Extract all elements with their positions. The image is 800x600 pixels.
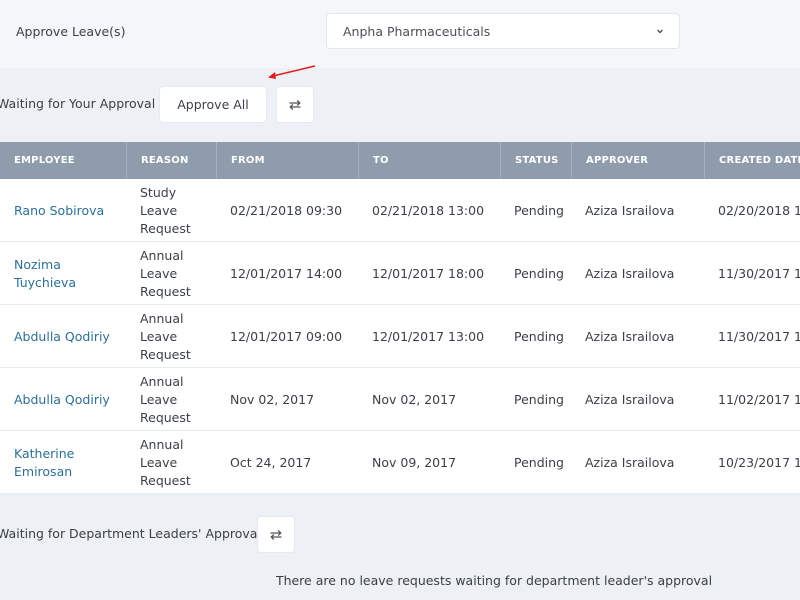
company-select[interactable]: Anpha Pharmaceuticals: [326, 13, 680, 49]
reason-cell: Study Leave Request: [140, 184, 191, 236]
header-to: TO: [358, 142, 500, 179]
header-employee: EMPLOYEE: [14, 155, 75, 166]
page-title: Approve Leave(s): [16, 24, 126, 39]
created-date-cell: 10/23/2017 17:1: [718, 455, 800, 470]
from-cell: Nov 02, 2017: [230, 392, 315, 407]
approve-all-label: Approve All: [177, 97, 249, 112]
to-cell: 12/01/2017 18:00: [372, 266, 485, 281]
refresh-dept-approval-button[interactable]: [257, 516, 295, 553]
from-cell: Oct 24, 2017: [230, 455, 312, 470]
table-row[interactable]: Nozima Tuychieva Annual Leave Request 12…: [0, 242, 800, 305]
your-approval-label: Waiting for Your Approval: [0, 96, 156, 111]
approve-all-button[interactable]: Approve All: [159, 86, 267, 123]
employee-link[interactable]: Rano Sobirova: [0, 179, 126, 242]
table-row[interactable]: Abdulla Qodiriy Annual Leave Request 12/…: [0, 305, 800, 368]
reason-cell: Annual Leave Request: [140, 373, 191, 425]
to-cell: Nov 02, 2017: [372, 392, 457, 407]
from-cell: 02/21/2018 09:30: [230, 203, 343, 218]
top-bar: Approve Leave(s) Anpha Pharmaceuticals: [0, 0, 800, 68]
status-cell: Pending: [514, 392, 564, 407]
created-date-cell: 11/30/2017 16:2: [718, 329, 800, 344]
approver-cell: Aziza Israilova: [585, 266, 675, 281]
refresh-your-approval-button[interactable]: [276, 86, 314, 123]
header-status: STATUS: [500, 142, 571, 179]
red-arrow-icon: [268, 65, 316, 79]
table-header: EMPLOYEE REASON FROM TO STATUS APPROVER …: [0, 142, 800, 179]
status-cell: Pending: [514, 329, 564, 344]
created-date-cell: 11/30/2017 16:2: [718, 266, 800, 281]
header-reason: REASON: [126, 142, 216, 179]
to-cell: 12/01/2017 13:00: [372, 329, 485, 344]
from-cell: 12/01/2017 14:00: [230, 266, 343, 281]
refresh-icon: [289, 99, 301, 110]
header-created-date: CREATED DATE: [704, 142, 800, 179]
chevron-down-icon: [657, 29, 663, 34]
to-cell: 02/21/2018 13:00: [372, 203, 485, 218]
company-select-value: Anpha Pharmaceuticals: [343, 24, 491, 39]
reason-cell: Annual Leave Request: [140, 436, 191, 488]
reason-cell: Annual Leave Request: [140, 310, 191, 362]
approver-cell: Aziza Israilova: [585, 203, 675, 218]
reason-cell: Annual Leave Request: [140, 247, 191, 299]
header-approver: APPROVER: [571, 142, 704, 179]
to-cell: Nov 09, 2017: [372, 455, 457, 470]
created-date-cell: 11/02/2017 12:5: [718, 392, 800, 407]
table-row[interactable]: Abdulla Qodiriy Annual Leave Request Nov…: [0, 368, 800, 431]
header-from: FROM: [216, 142, 358, 179]
employee-link[interactable]: Nozima Tuychieva: [0, 242, 126, 305]
employee-link[interactable]: Abdulla Qodiriy: [0, 305, 126, 368]
approver-cell: Aziza Israilova: [585, 455, 675, 470]
leave-requests-table: EMPLOYEE REASON FROM TO STATUS APPROVER …: [0, 142, 800, 496]
from-cell: 12/01/2017 09:00: [230, 329, 343, 344]
table-row[interactable]: Katherine Emirosan Annual Leave Request …: [0, 431, 800, 494]
employee-link[interactable]: Katherine Emirosan: [0, 431, 126, 494]
created-date-cell: 02/20/2018 11:3: [718, 203, 800, 218]
approver-cell: Aziza Israilova: [585, 329, 675, 344]
refresh-icon: [270, 529, 282, 540]
table-row[interactable]: Rano Sobirova Study Leave Request 02/21/…: [0, 179, 800, 242]
status-cell: Pending: [514, 203, 564, 218]
status-cell: Pending: [514, 266, 564, 281]
employee-link[interactable]: Abdulla Qodiriy: [0, 368, 126, 431]
status-cell: Pending: [514, 455, 564, 470]
approver-cell: Aziza Israilova: [585, 392, 675, 407]
empty-dept-message: There are no leave requests waiting for …: [275, 573, 713, 588]
dept-approval-label: Waiting for Department Leaders' Approval: [0, 526, 261, 541]
